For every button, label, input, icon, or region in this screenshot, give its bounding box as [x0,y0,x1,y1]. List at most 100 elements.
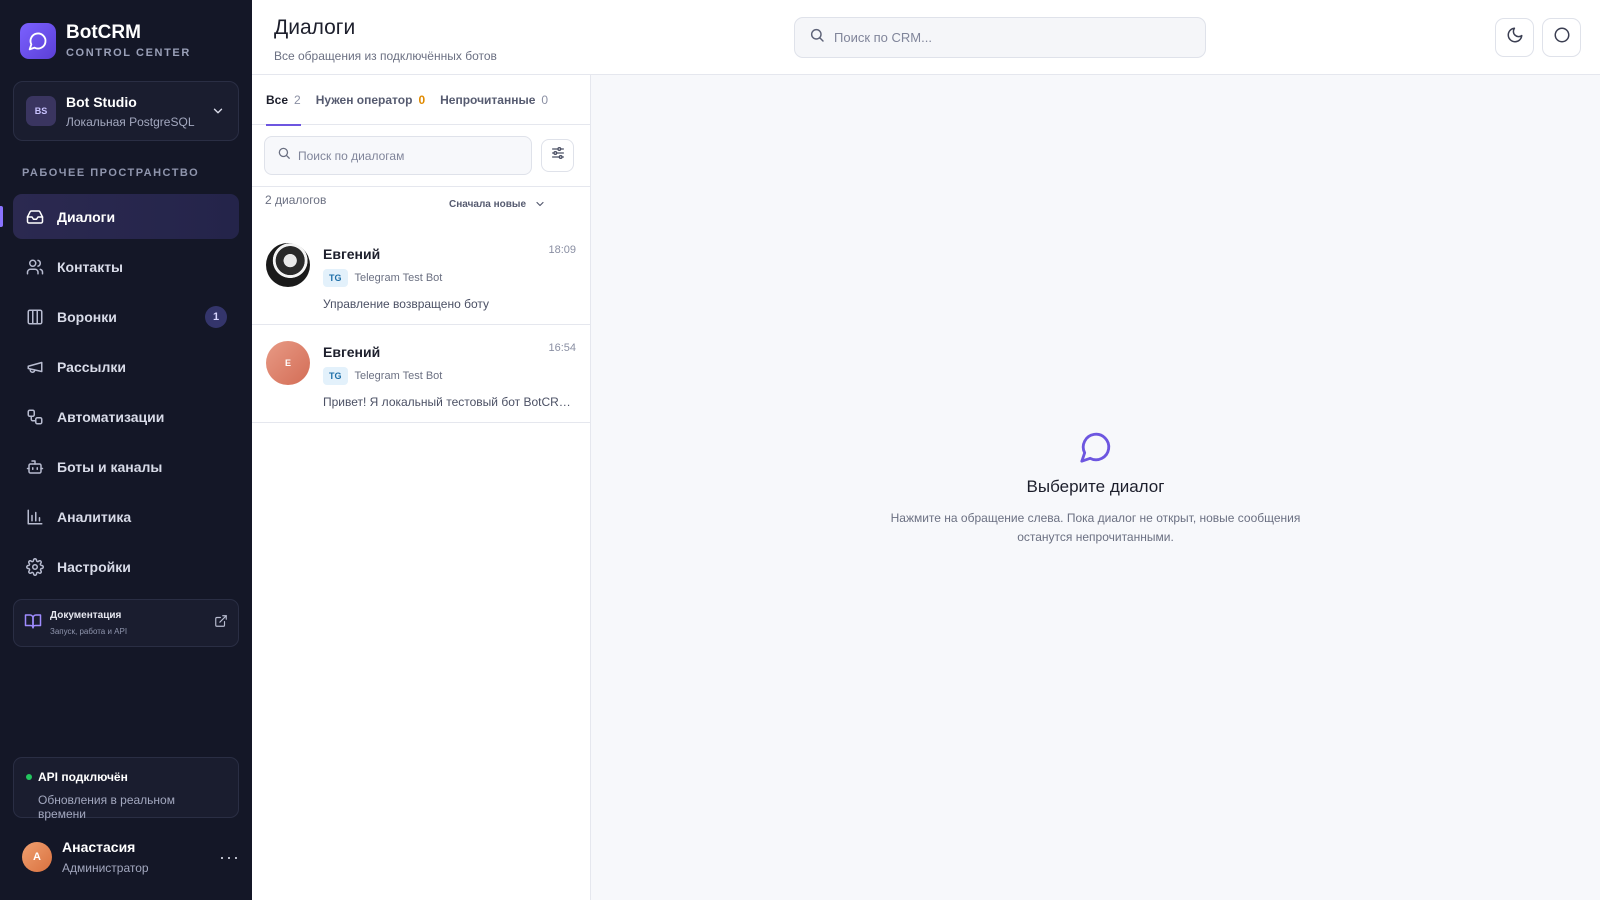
sort-dropdown[interactable]: Сначала новые [449,198,546,210]
book-icon [24,612,42,635]
kanban-icon [25,307,45,327]
search-icon [277,146,291,165]
channel-badge: TG [323,367,348,385]
page-title: Диалоги [274,16,356,39]
dialog-tabs: Все 2 Нужен оператор 0 Непрочитанные 0 [252,75,590,126]
page-subtitle: Все обращения из подключённых ботов [274,49,497,63]
inbox-icon [25,207,45,227]
brand-subtitle: CONTROL CENTER [66,47,191,59]
sidebar-item-label: Воронки [57,308,117,325]
sort-label: Сначала новые [449,198,527,210]
gear-icon [25,557,45,577]
count-badge: 1 [205,305,227,328]
api-status-title: API подключён [38,770,128,784]
avatar: А [22,842,52,872]
tab-all[interactable]: Все 2 [266,75,301,126]
timestamp: 18:09 [548,244,576,256]
user-role: Администратор [62,861,149,875]
bot-name: Telegram Test Bot [354,370,443,382]
sidebar-nav: Диалоги Контакты Воронки 1 Рассылки Авто… [0,194,239,594]
chevron-down-icon [210,103,226,119]
sidebar-item-automations[interactable]: Автоматизации [13,394,239,439]
sidebar-item-contacts[interactable]: Контакты [13,244,239,289]
sidebar-item-label: Диалоги [57,208,116,225]
sidebar-item-label: Настройки [57,558,131,575]
workspace-switcher[interactable]: BS Bot Studio Локальная PostgreSQL [13,81,239,141]
list-item[interactable]: Евгений 18:09 TG Telegram Test Bot Управ… [252,227,590,325]
sidebar-item-analytics[interactable]: Аналитика [13,494,239,539]
last-message: Управление возвращено боту [323,297,490,311]
tab-label: Все [266,93,289,107]
timestamp: 16:54 [548,342,576,354]
search-input[interactable] [834,30,1191,45]
tab-count: 2 [294,93,301,107]
dialog-list-meta: 2 диалогов Сначала новые [252,187,590,227]
docs-subtitle: Запуск, работа и API [50,627,128,636]
empty-state: Выберите диалог Нажмите на обращение сле… [591,430,1600,547]
sidebar-item-label: Боты и каналы [57,458,163,475]
avatar [266,243,310,287]
avatar: Е [266,341,310,385]
status-button[interactable] [1542,18,1581,57]
tab-count: 0 [541,93,549,107]
api-status-subtitle: Обновления в реальном времени [38,793,175,821]
channel-badge: TG [323,269,348,287]
external-link-icon [214,614,228,633]
dialog-search-input[interactable] [298,148,518,163]
sidebar-item-label: Автоматизации [57,408,165,425]
workspace-name: Bot Studio [66,93,137,110]
user-profile[interactable]: А Анастасия Администратор ··· [22,839,240,875]
empty-state-description: Нажмите на обращение слева. Пока диалог … [890,511,1301,544]
sidebar-item-dialogs[interactable]: Диалоги [0,194,239,239]
contact-name: Евгений [323,246,381,262]
chat-bubble-logo-icon [20,22,56,59]
brand-name: BotCRM [66,22,141,43]
chevron-down-icon [536,201,544,207]
brand[interactable]: BotCRM CONTROL CENTER [20,22,191,59]
dialog-search[interactable] [264,136,532,175]
sidebar-item-label: Контакты [57,258,124,275]
tab-need-operator[interactable]: Нужен оператор 0 [316,75,425,125]
users-icon [25,257,45,277]
tab-label: Нужен оператор [315,93,413,107]
sidebar-item-label: Рассылки [57,358,126,375]
sidebar-item-bots[interactable]: Боты и каналы [13,444,239,489]
filter-button[interactable] [541,139,574,172]
dialog-list-tools [252,125,590,187]
last-message: Привет! Я локальный тестовый бот BotCRM.… [323,395,575,409]
conversation-area: Выберите диалог Нажмите на обращение сле… [591,75,1600,900]
bar-chart-icon [25,507,45,527]
documentation-link[interactable]: Документация Запуск, работа и API [13,599,239,647]
tab-count: 0 [418,93,426,107]
sidebar-item-funnels[interactable]: Воронки 1 [13,294,239,339]
dialog-list-panel: Все 2 Нужен оператор 0 Непрочитанные 0 2… [252,75,591,900]
status-dot [26,774,32,780]
global-search[interactable] [794,17,1206,58]
search-icon [809,27,825,48]
contact-name: Евгений [323,344,381,360]
list-item[interactable]: Е Евгений 16:54 TG Telegram Test Bot При… [252,325,590,423]
sidebar: BotCRM CONTROL CENTER BS Bot Studio Лока… [0,0,252,900]
theme-toggle-button[interactable] [1495,18,1534,57]
empty-state-title: Выберите диалог [1026,477,1165,496]
megaphone-icon [25,357,45,377]
section-label: РАБОЧЕЕ ПРОСТРАНСТВО [22,167,200,179]
sidebar-item-label: Аналитика [57,508,132,525]
user-name: Анастасия [62,839,136,855]
workflow-icon [25,407,45,427]
tab-unread[interactable]: Непрочитанные 0 [440,75,548,125]
bot-icon [25,457,45,477]
workspace-db: Локальная PostgreSQL [66,114,195,129]
sidebar-item-settings[interactable]: Настройки [13,544,239,589]
sidebar-item-broadcasts[interactable]: Рассылки [13,344,239,389]
workspace-badge: BS [26,96,56,126]
chat-bubble-icon [1079,430,1113,469]
more-options-icon[interactable]: ··· [219,847,240,868]
moon-icon [1506,26,1524,49]
sliders-icon [550,145,566,166]
circle-icon [1553,26,1571,49]
docs-title: Документация [50,610,122,621]
bot-name: Telegram Test Bot [354,272,443,284]
top-header: Диалоги Все обращения из подключённых бо… [252,0,1600,75]
api-status: API подключён Обновления в реальном врем… [13,757,239,821]
